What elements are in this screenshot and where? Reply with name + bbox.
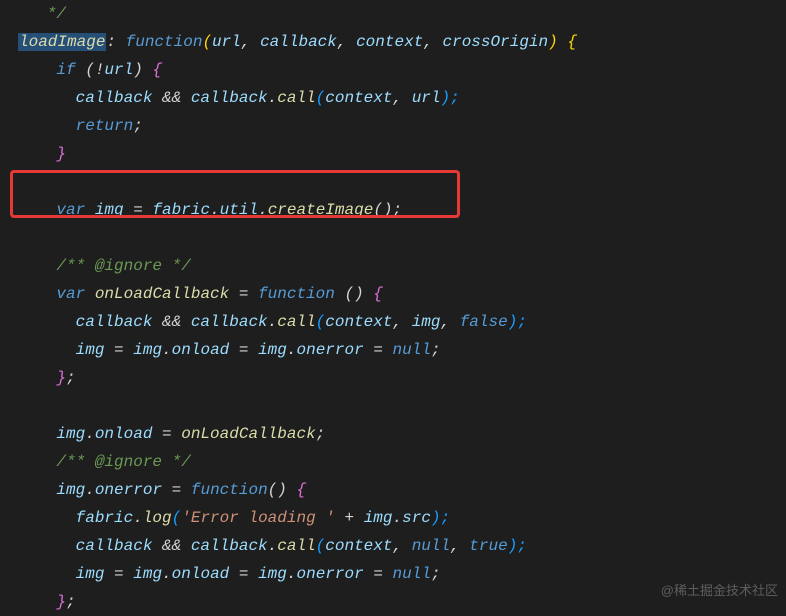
- code-line: if (!url) {: [18, 56, 768, 84]
- comment-end: */: [18, 5, 66, 23]
- code-line: var img = fabric.util.createImage();: [18, 196, 768, 224]
- code-line: */: [18, 0, 768, 28]
- code-line: [18, 224, 768, 252]
- code-editor[interactable]: */ loadImage: function(url, callback, co…: [0, 0, 786, 616]
- code-line: callback && callback.call(context, img, …: [18, 308, 768, 336]
- code-line: };: [18, 588, 768, 616]
- code-line: img = img.onload = img.onerror = null;: [18, 560, 768, 588]
- jsdoc-comment: /** @ignore */: [56, 453, 190, 471]
- code-line: fabric.log('Error loading ' + img.src);: [18, 504, 768, 532]
- code-line: [18, 392, 768, 420]
- code-line: };: [18, 364, 768, 392]
- jsdoc-comment: /** @ignore */: [56, 257, 190, 275]
- code-line: var onLoadCallback = function () {: [18, 280, 768, 308]
- watermark: @稀土掘金技术社区: [661, 580, 778, 603]
- code-line: img = img.onload = img.onerror = null;: [18, 336, 768, 364]
- code-line: img.onload = onLoadCallback;: [18, 420, 768, 448]
- code-line: loadImage: function(url, callback, conte…: [18, 28, 768, 56]
- code-line: img.onerror = function() {: [18, 476, 768, 504]
- code-line: callback && callback.call(context, null,…: [18, 532, 768, 560]
- code-line: callback && callback.call(context, url);: [18, 84, 768, 112]
- code-line: [18, 168, 768, 196]
- code-line: /** @ignore */: [18, 252, 768, 280]
- code-line: /** @ignore */: [18, 448, 768, 476]
- code-line: return;: [18, 112, 768, 140]
- code-line: }: [18, 140, 768, 168]
- selected-identifier: loadImage: [18, 33, 106, 51]
